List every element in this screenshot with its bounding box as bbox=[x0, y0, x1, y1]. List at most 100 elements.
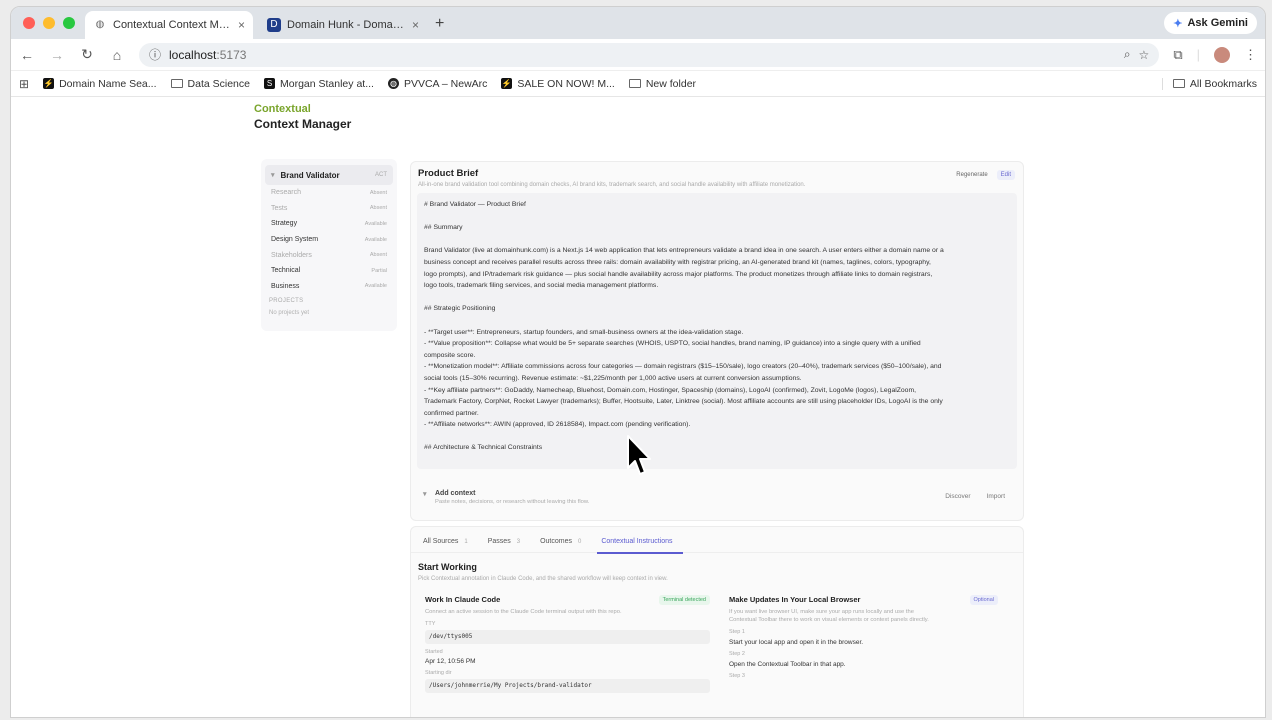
sidebar-item-status: Absent bbox=[369, 189, 387, 196]
domain-hunk-favicon: D bbox=[267, 18, 281, 32]
add-context-row: Add context Paste notes, decisions, or r… bbox=[423, 490, 1013, 512]
sidebar-item-label: Technical bbox=[271, 267, 301, 275]
discover-button[interactable]: Discover bbox=[945, 493, 970, 500]
bookmark-new-folder[interactable]: New folder bbox=[628, 78, 696, 90]
edit-button[interactable]: Edit bbox=[996, 170, 1015, 180]
minimize-window-button[interactable] bbox=[43, 17, 55, 29]
bookmark-morgan-stanley[interactable]: S Morgan Stanley at... bbox=[263, 78, 374, 90]
sidebar-item-status: Absent bbox=[369, 252, 387, 259]
bookmark-star-icon[interactable]: ☆ bbox=[1139, 48, 1150, 62]
address-bar[interactable]: ⓘ localhost:5173 ⌕ ☆ bbox=[139, 42, 1160, 67]
regenerate-button[interactable]: Regenerate bbox=[953, 170, 990, 180]
document-line: Trademark Factory, CorpNet, Rocket Lawye… bbox=[424, 398, 943, 406]
site-info-icon[interactable]: ⓘ bbox=[149, 46, 161, 63]
url-port: :5173 bbox=[216, 47, 247, 62]
profile-avatar[interactable] bbox=[1214, 46, 1230, 63]
app-logo[interactable]: Contextual Context Manager bbox=[254, 103, 351, 131]
globe-icon: ◍ bbox=[387, 78, 399, 89]
sidebar-item-label: Research bbox=[271, 189, 301, 197]
document-line: composite score. bbox=[424, 351, 476, 359]
sidebar-project-brand-validator[interactable]: ▾ Brand Validator ACT bbox=[265, 165, 393, 185]
bookmark-domain-name-search[interactable]: ⚡ Domain Name Sea... bbox=[43, 78, 157, 90]
sidebar-empty-note: No projects yet bbox=[269, 310, 310, 317]
sidebar-item-status: Available bbox=[364, 220, 387, 227]
tab-contextual[interactable]: ◍ Contextual Context Manager × bbox=[85, 11, 253, 39]
optional-badge: Optional bbox=[969, 595, 998, 605]
apps-grid-icon[interactable]: ⊞ bbox=[19, 77, 29, 91]
sidebar-items: Research Absent Tests Absent Strategy Availab… bbox=[265, 185, 393, 294]
add-context-toggle[interactable]: Add context bbox=[423, 490, 1013, 498]
tab-contextual-instructions[interactable]: Contextual Instructions bbox=[597, 531, 683, 554]
import-button[interactable]: Import bbox=[987, 493, 1005, 500]
tab-all-sources[interactable]: All Sources 1 bbox=[423, 531, 468, 553]
sidebar-project-label: Brand Validator bbox=[280, 170, 340, 180]
local-browser-subtitle: If you want live browser UI, make sure y… bbox=[729, 609, 929, 623]
document-line: - **Monetization model**: Affiliate comm… bbox=[424, 363, 942, 371]
s-logo-icon: S bbox=[263, 78, 275, 89]
sidebar-item-label: Design System bbox=[271, 236, 319, 244]
forward-icon[interactable]: → bbox=[49, 47, 65, 63]
document-line: # Brand Validator — Product Brief bbox=[424, 201, 526, 208]
new-tab-button[interactable]: + bbox=[435, 15, 444, 33]
browser-window: ◍ Contextual Context Manager × D Domain … bbox=[10, 6, 1266, 718]
ask-gemini-label: Ask Gemini bbox=[1187, 17, 1248, 29]
tab-label: Passes bbox=[487, 538, 511, 545]
sidebar-item-design-system[interactable]: Design System Available bbox=[265, 232, 393, 248]
tab-label: Outcomes bbox=[540, 538, 572, 545]
home-icon[interactable]: ⌂ bbox=[109, 47, 125, 63]
tab-title: Contextual Context Manager bbox=[113, 19, 232, 31]
sidebar-item-stakeholders[interactable]: Stakeholders Absent bbox=[265, 247, 393, 263]
close-window-button[interactable] bbox=[23, 17, 35, 29]
back-icon[interactable]: ← bbox=[19, 47, 35, 63]
product-brief-actions: Regenerate Edit bbox=[953, 170, 1015, 180]
sidebar-item-tests[interactable]: Tests Absent bbox=[265, 201, 393, 217]
sidebar-item-business[interactable]: Business Available bbox=[265, 279, 393, 295]
document-line: social tools (15–30% recurring). Revenue… bbox=[424, 374, 802, 382]
sidebar-item-strategy[interactable]: Strategy Available bbox=[265, 216, 393, 232]
close-icon[interactable]: × bbox=[412, 18, 419, 32]
zoom-icon[interactable]: ⌕ bbox=[1124, 47, 1131, 62]
tab-label: Contextual Instructions bbox=[601, 538, 673, 545]
folder-icon bbox=[1172, 79, 1185, 88]
bookmark-pvvca[interactable]: ◍ PVVCA – NewArc bbox=[387, 78, 487, 90]
close-icon[interactable]: × bbox=[238, 18, 245, 32]
document-line: ## Strategic Positioning bbox=[424, 305, 496, 313]
sidebar-item-status: Available bbox=[364, 236, 387, 243]
document-line: - **Affiliate networks**: AWIN (approved… bbox=[424, 421, 691, 429]
claude-code-subtitle: Connect an active session to the Claude … bbox=[425, 609, 622, 615]
sidebar-item-status: Partial bbox=[371, 267, 387, 274]
tab-count: 3 bbox=[516, 538, 521, 545]
folder-icon bbox=[628, 79, 641, 88]
tab-outcomes[interactable]: Outcomes 0 bbox=[540, 531, 581, 553]
tty-field[interactable]: /dev/ttys005 bbox=[425, 630, 710, 644]
document-line: logo prompts), and IP/trademark risk gui… bbox=[424, 270, 933, 278]
sidebar-item-label: Tests bbox=[271, 204, 288, 212]
tab-passes[interactable]: Passes 3 bbox=[488, 531, 520, 553]
bookmark-data-science[interactable]: Data Science bbox=[170, 77, 250, 90]
ask-gemini-button[interactable]: ✦ Ask Gemini bbox=[1164, 12, 1257, 34]
sidebar-item-technical[interactable]: Technical Partial bbox=[265, 263, 393, 279]
document-line: - **Target user**: Entrepreneurs, startu… bbox=[424, 328, 744, 336]
product-brief-document[interactable]: # Brand Validator — Product Brief ## Summ… bbox=[417, 193, 1017, 469]
bolt-icon: ⚡ bbox=[501, 78, 513, 89]
document-line: ## Summary bbox=[424, 224, 463, 232]
separator: | bbox=[1196, 47, 1200, 62]
zoom-window-button[interactable] bbox=[63, 17, 75, 29]
extensions-icon[interactable]: ⧉ bbox=[1173, 47, 1182, 63]
sidebar-item-label: Stakeholders bbox=[271, 251, 312, 259]
sidebar-item-research[interactable]: Research Absent bbox=[265, 185, 393, 201]
browser-toolbar: ← → ↻ ⌂ ⓘ localhost:5173 ⌕ ☆ ⧉ | ⋮ bbox=[11, 39, 1265, 71]
starting-dir-field[interactable]: /Users/johnmerrie/My Projects/brand-vali… bbox=[425, 679, 710, 693]
reload-icon[interactable]: ↻ bbox=[79, 46, 95, 63]
step-3-label: Step 3 bbox=[729, 673, 745, 679]
started-label: Started bbox=[425, 649, 443, 655]
bookmark-label: Data Science bbox=[187, 77, 250, 90]
all-bookmarks[interactable]: All Bookmarks bbox=[1161, 77, 1257, 90]
bookmark-label: SALE ON NOW! M... bbox=[517, 77, 615, 90]
tab-domain-hunk[interactable]: D Domain Hunk - Domain Validator × bbox=[259, 11, 427, 39]
tty-label: TTY bbox=[425, 621, 436, 627]
menu-icon[interactable]: ⋮ bbox=[1244, 47, 1257, 63]
bookmark-sale[interactable]: ⚡ SALE ON NOW! M... bbox=[501, 77, 615, 90]
